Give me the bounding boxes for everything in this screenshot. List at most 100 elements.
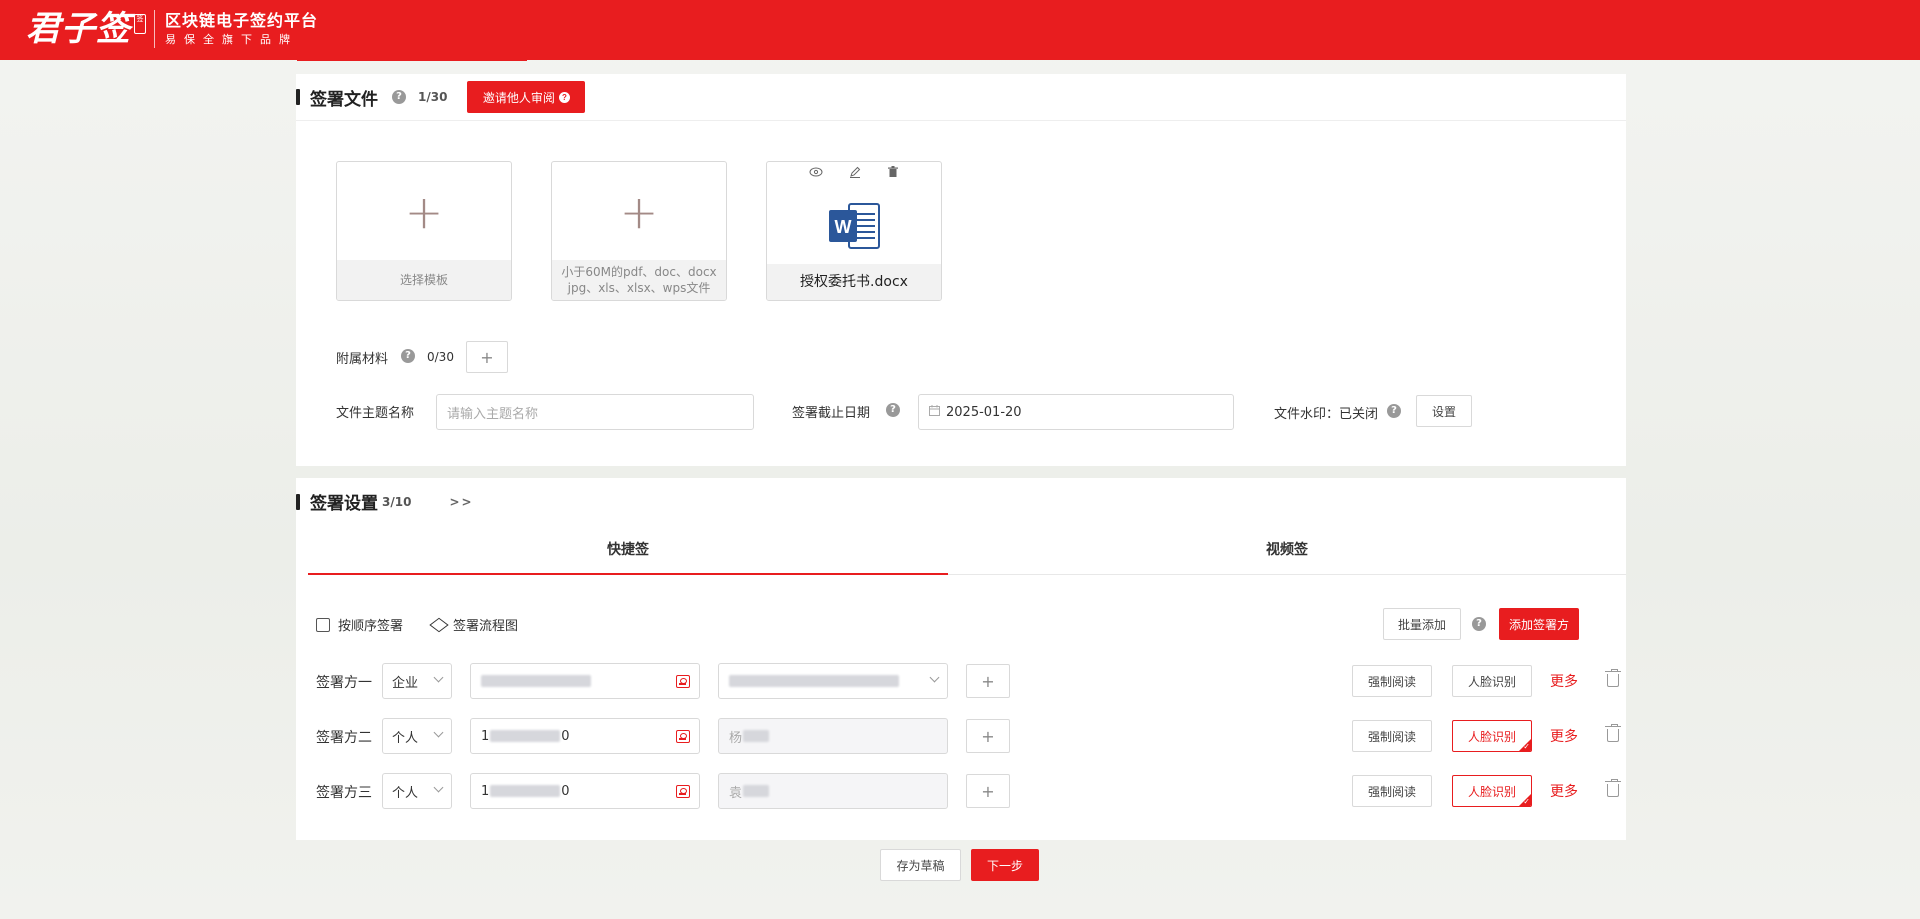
delete-signer-icon[interactable] — [1605, 779, 1621, 797]
company-select[interactable] — [718, 663, 948, 699]
signer-name-field: 杨 — [718, 718, 948, 754]
section-marker — [296, 89, 300, 105]
sequential-checkbox[interactable] — [316, 617, 330, 632]
masked-company — [729, 675, 899, 687]
tab-quick-sign[interactable]: 快捷签 — [308, 525, 948, 575]
chevron-down-icon — [433, 727, 444, 738]
preview-eye-icon[interactable] — [809, 166, 823, 181]
signer-type: 个人 — [392, 730, 419, 746]
word-document-icon: W — [829, 203, 880, 249]
signer-label: 签署方一 — [316, 675, 372, 691]
add-signer-button[interactable]: 添加签署方 — [1499, 608, 1579, 640]
flowchart-link[interactable]: 签署流程图 — [429, 615, 519, 634]
masked-account — [481, 675, 591, 687]
signer-account-input[interactable]: 10 — [470, 718, 700, 754]
uploaded-file-name: 授权委托书.docx — [767, 264, 941, 300]
signers-count: 3/10 — [382, 494, 412, 509]
delete-trash-icon[interactable] — [887, 166, 899, 181]
logo[interactable]: 君子签 签 区块链电子签约平台 易保全旗下品牌 — [26, 8, 318, 50]
platform-title: 区块链电子签约平台 — [165, 11, 319, 30]
force-read-button[interactable]: 强制阅读 — [1352, 775, 1432, 807]
section-marker — [296, 493, 300, 510]
next-step-button[interactable]: 下一步 — [971, 849, 1039, 881]
face-recognition-button[interactable]: 人脸识别 — [1452, 665, 1532, 697]
subject-label: 文件主题名称 — [336, 406, 415, 421]
face-recognition-button[interactable]: 人脸识别 ✓ — [1452, 720, 1532, 752]
signer-label: 签署方二 — [316, 730, 372, 746]
check-icon: ✓ — [1523, 797, 1530, 806]
add-contact-button[interactable]: + — [966, 719, 1010, 753]
watermark-status: 文件水印：已关闭 — [1274, 407, 1379, 422]
plus-icon: + — [619, 185, 659, 239]
more-link[interactable]: 更多 — [1550, 726, 1578, 746]
files-section-header: 签署文件 ? 1/30 邀请他人审阅 ? — [296, 74, 1626, 121]
force-read-button[interactable]: 强制阅读 — [1352, 720, 1432, 752]
calendar-icon — [929, 404, 940, 420]
signer-type: 个人 — [392, 785, 419, 801]
expand-arrows[interactable]: >> — [449, 495, 473, 509]
logo-mark: 君子签 — [26, 9, 131, 49]
account-suffix: 0 — [561, 728, 570, 744]
help-icon[interactable]: ? — [392, 90, 406, 104]
upload-file-card[interactable]: + 小于60M的pdf、doc、docx jpg、xls、xlsx、wps文件 — [551, 161, 727, 301]
contact-card-icon[interactable] — [676, 730, 690, 743]
files-count: 1/30 — [418, 90, 448, 104]
deadline-value: 2025-01-20 — [946, 404, 1022, 420]
signer-account-input[interactable]: 10 — [470, 773, 700, 809]
force-read-button[interactable]: 强制阅读 — [1352, 665, 1432, 697]
logo-text: 区块链电子签约平台 易保全旗下品牌 — [165, 10, 318, 48]
sign-section-header: 签署设置 3/10 >> — [296, 478, 1626, 525]
signer-row: 签署方一 企业 + 强制阅读 人脸识别 更多 — [296, 663, 1626, 699]
invite-help-icon: ? — [558, 91, 570, 103]
deadline-date-input[interactable]: 2025-01-20 — [918, 394, 1234, 430]
tab-video-sign[interactable]: 视频签 — [948, 525, 1626, 575]
sign-section-title: 签署设置 — [310, 494, 378, 514]
add-contact-button[interactable]: + — [966, 774, 1010, 808]
add-attachment-button[interactable]: + — [466, 341, 508, 373]
svg-text:W: W — [835, 217, 852, 237]
account-prefix: 1 — [481, 783, 490, 799]
sequential-label: 按顺序签署 — [338, 619, 404, 634]
more-link[interactable]: 更多 — [1550, 781, 1578, 801]
check-icon: ✓ — [1523, 742, 1530, 751]
deadline-help-icon[interactable]: ? — [886, 403, 900, 417]
flowchart-label: 签署流程图 — [453, 619, 519, 634]
face-recognition-button[interactable]: 人脸识别 ✓ — [1452, 775, 1532, 807]
chevron-down-icon — [433, 782, 444, 793]
delete-signer-icon[interactable] — [1605, 669, 1621, 687]
delete-signer-icon[interactable] — [1605, 724, 1621, 742]
signer-row: 签署方二 个人 1 0 杨 + 强制阅读 人脸识别 ✓ 更多 — [296, 718, 1626, 754]
save-draft-button[interactable]: 存为草稿 — [880, 849, 961, 881]
add-contact-button[interactable]: + — [966, 664, 1010, 698]
select-template-label: 选择模板 — [337, 260, 511, 300]
contact-card-icon[interactable] — [676, 785, 690, 798]
batch-help-icon[interactable]: ? — [1472, 617, 1486, 631]
account-suffix: 0 — [561, 783, 570, 799]
upload-hint: 小于60M的pdf、doc、docx jpg、xls、xlsx、wps文件 — [552, 260, 726, 300]
signer-account-input[interactable] — [470, 663, 700, 699]
platform-subtitle: 易保全旗下品牌 — [165, 33, 298, 46]
signer-type: 企业 — [392, 675, 419, 691]
sequential-option[interactable]: 按顺序签署 — [316, 615, 403, 634]
watermark-settings-button[interactable]: 设置 — [1416, 395, 1472, 427]
masked-digits — [490, 785, 561, 797]
subject-input[interactable]: 请输入主题名称 — [436, 394, 754, 430]
edit-pencil-icon[interactable] — [849, 166, 861, 181]
name-prefix: 袁 — [729, 785, 743, 801]
masked-digits — [490, 730, 561, 742]
subject-placeholder: 请输入主题名称 — [447, 406, 539, 422]
top-bar: 君子签 签 区块链电子签约平台 易保全旗下品牌 — [0, 0, 1920, 60]
select-template-card[interactable]: + 选择模板 — [336, 161, 512, 301]
logo-seal: 签 — [134, 14, 146, 34]
uploaded-file-card[interactable]: W 授权委托书.docx — [766, 161, 942, 301]
account-prefix: 1 — [481, 728, 490, 744]
more-link[interactable]: 更多 — [1550, 671, 1578, 691]
signer-type-select[interactable]: 个人 — [382, 773, 452, 809]
signer-type-select[interactable]: 企业 — [382, 663, 452, 699]
signer-type-select[interactable]: 个人 — [382, 718, 452, 754]
watermark-help-icon[interactable]: ? — [1387, 404, 1401, 418]
batch-add-button[interactable]: 批量添加 — [1383, 608, 1461, 640]
contact-card-icon[interactable] — [676, 675, 690, 688]
invite-review-button[interactable]: 邀请他人审阅 ? — [467, 81, 586, 113]
attachments-help-icon[interactable]: ? — [401, 349, 415, 363]
